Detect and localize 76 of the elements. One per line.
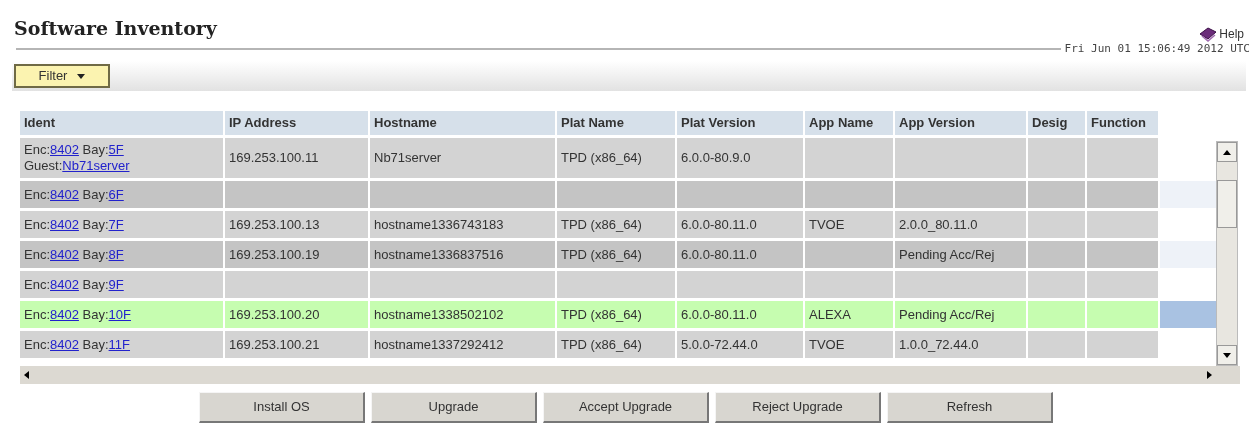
table-cell: Enc:8402 Bay:6F (20, 181, 225, 208)
caret-icon (77, 73, 86, 79)
ident-link[interactable]: 8402 (50, 186, 79, 202)
ident-link[interactable]: 10F (108, 306, 131, 322)
table-cell: 6.0.0-80.11.0 (677, 241, 805, 268)
table-cell: Enc:8402 Bay:10F (20, 301, 225, 328)
table-cell: TPD (x86_64) (557, 331, 677, 358)
column-header: Desig (1028, 111, 1087, 135)
table-cell: hostname1336743183 (370, 211, 557, 238)
table-cell: ALEXA (805, 301, 895, 328)
action-button[interactable]: Install OS (199, 392, 365, 423)
column-header: Hostname (370, 111, 557, 135)
ident-link[interactable]: 8402 (50, 336, 79, 352)
table-cell: Enc:8402 Bay:5F Guest:Nb71server (20, 138, 225, 178)
table-cell: 169.253.100.21 (225, 331, 370, 358)
column-header: IP Address (225, 111, 370, 135)
table-cell: Pending Acc/Rej (895, 301, 1028, 328)
ident-link[interactable]: 8F (108, 246, 124, 262)
column-header: App Version (895, 111, 1028, 135)
vertical-scrollbar[interactable] (1216, 141, 1238, 366)
action-button[interactable]: Refresh (887, 392, 1053, 423)
table-cell: 2.0.0_80.11.0 (895, 211, 1028, 238)
ident-link[interactable]: 5F (108, 142, 124, 157)
table-cell: hostname1336837516 (370, 241, 557, 268)
ident-link[interactable]: 8402 (50, 276, 79, 292)
table-cell: Enc:8402 Bay:7F (20, 211, 225, 238)
table-cell: 169.253.100.20 (225, 301, 370, 328)
ident-link[interactable]: 8402 (50, 306, 79, 322)
table-cell: TPD (x86_64) (557, 211, 677, 238)
table-cell: 1.0.0_72.44.0 (895, 331, 1028, 358)
table-cell: hostname1338502102 (370, 301, 557, 328)
ident-link[interactable]: 8402 (50, 246, 79, 262)
table-cell: TPD (x86_64) (557, 301, 677, 328)
column-header: Plat Version (677, 111, 805, 135)
column-header: Ident (20, 111, 225, 135)
table-cell: TPD (x86_64) (557, 241, 677, 268)
timestamp: Fri Jun 01 15:06:49 2012 UTC (1064, 41, 1250, 57)
page-title: Software Inventory (14, 16, 217, 41)
table-cell: hostname1337292412 (370, 331, 557, 358)
table-cell: Pending Acc/Rej (895, 241, 1028, 268)
table-cell: 169.253.100.13 (225, 211, 370, 238)
table-cell: 169.253.100.11 (225, 138, 370, 178)
table-cell: Enc:8402 Bay:11F (20, 331, 225, 358)
column-header: Plat Name (557, 111, 677, 135)
column-header: Function (1087, 111, 1160, 135)
help-link[interactable]: Help (1198, 24, 1244, 43)
table-cell: Enc:8402 Bay:9F (20, 271, 225, 298)
action-button[interactable]: Accept Upgrade (543, 392, 709, 423)
ident-link[interactable]: 8402 (50, 142, 79, 157)
table-cell: 6.0.0-80.11.0 (677, 211, 805, 238)
horizontal-scrollbar[interactable] (20, 366, 1240, 384)
book-icon (1198, 25, 1219, 42)
table-cell: TVOE (805, 331, 895, 358)
scrollbar-thumb[interactable] (1217, 179, 1237, 228)
ident-link[interactable]: 8402 (50, 216, 79, 232)
filter-button[interactable]: Filter (14, 64, 110, 88)
ident-link[interactable]: 7F (108, 216, 124, 232)
ident-link[interactable]: 9F (108, 276, 124, 292)
ident-link[interactable]: 6F (108, 186, 124, 202)
table-cell: TPD (x86_64) (557, 138, 677, 178)
table-cell: 6.0.0-80.11.0 (677, 301, 805, 328)
up-arrow-icon (1223, 149, 1231, 155)
left-arrow-icon (24, 371, 29, 379)
action-button[interactable]: Reject Upgrade (715, 392, 881, 423)
table-cell: Nb71server (370, 138, 557, 178)
column-header: App Name (805, 111, 895, 135)
table-cell: Enc:8402 Bay:8F (20, 241, 225, 268)
ident-link[interactable]: 11F (108, 336, 130, 352)
action-button[interactable]: Upgrade (371, 392, 537, 423)
ident-link[interactable]: Nb71server (62, 158, 130, 173)
table-cell: 169.253.100.19 (225, 241, 370, 268)
table-cell: 5.0.0-72.44.0 (677, 331, 805, 358)
right-arrow-icon (1207, 371, 1212, 379)
down-arrow-icon (1223, 352, 1231, 358)
table-cell: TVOE (805, 211, 895, 238)
table-cell: 6.0.0-80.9.0 (677, 138, 805, 178)
